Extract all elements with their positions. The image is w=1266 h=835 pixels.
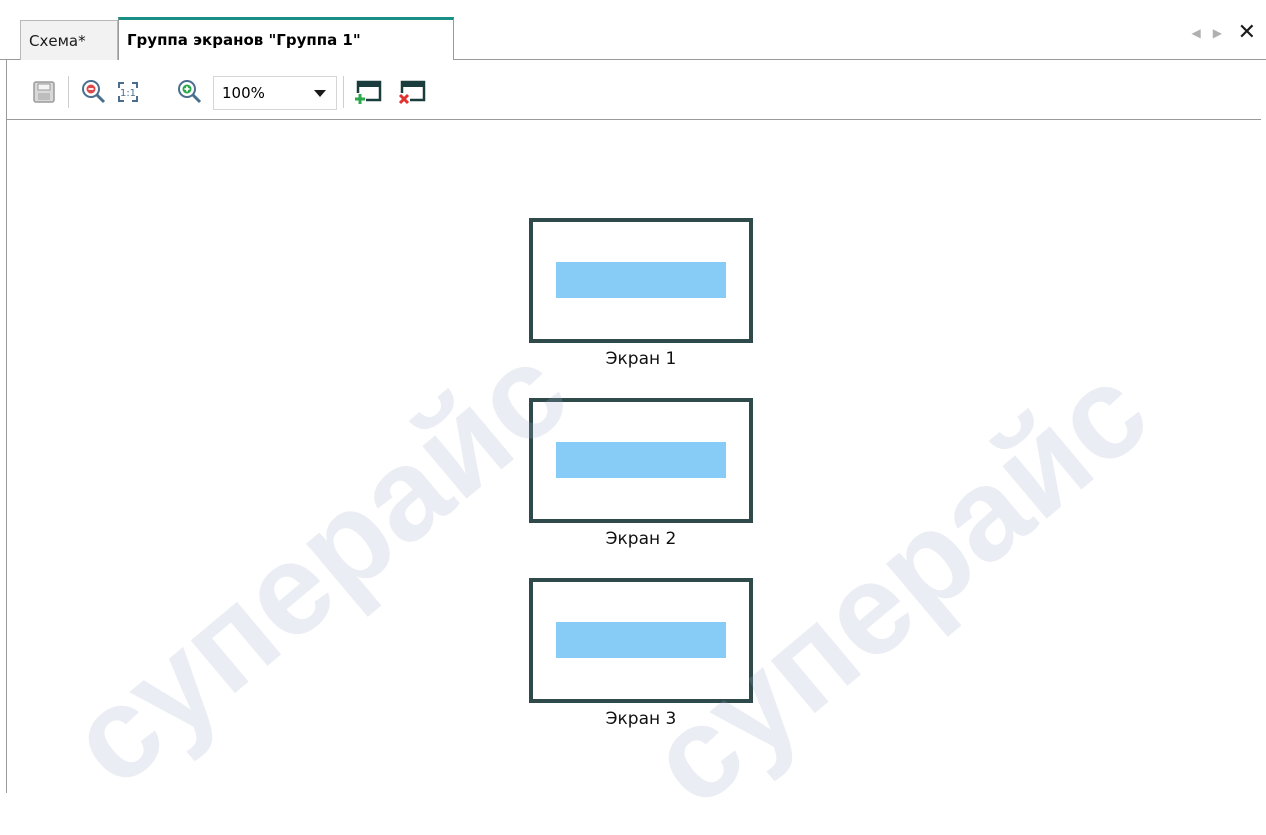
tab-label: Схема* [29, 31, 86, 50]
screen-label: Экран 3 [605, 709, 677, 729]
screen-preview-element [556, 262, 726, 298]
zoom-out-button[interactable] [79, 77, 109, 107]
tab-screen-group[interactable]: Группа экранов "Группа 1" [118, 17, 454, 61]
save-icon [33, 81, 55, 103]
screen-preview[interactable] [529, 218, 753, 343]
delete-screen-icon [398, 80, 426, 105]
zoom-in-button[interactable] [175, 77, 205, 107]
delete-screen-button[interactable] [397, 77, 427, 107]
tab-strip: Схема* Группа экранов "Группа 1" ◀ ▶ ✕ [0, 0, 1266, 61]
screen-thumbnail-2[interactable]: Экран 2 [529, 398, 753, 549]
screen-preview-element [556, 442, 726, 478]
screen-thumbnail-1[interactable]: Экран 1 [529, 218, 753, 369]
close-icon[interactable]: ✕ [1238, 20, 1256, 46]
toolbar-separator [343, 76, 344, 108]
actual-size-button[interactable]: 1:1 [113, 77, 143, 107]
chevron-right-icon[interactable]: ▶ [1213, 26, 1222, 40]
toolbar-separator [68, 76, 69, 108]
screen-group-canvas[interactable]: Экран 1 Экран 2 Экран 3 [7, 120, 1261, 793]
screen-preview[interactable] [529, 398, 753, 523]
zoom-in-icon [178, 80, 202, 104]
screen-preview[interactable] [529, 578, 753, 703]
add-screen-icon [354, 80, 382, 105]
save-button[interactable] [29, 77, 59, 107]
svg-text:1:1: 1:1 [120, 88, 136, 99]
chevron-down-icon[interactable] [314, 89, 326, 97]
chevron-left-icon[interactable]: ◀ [1192, 26, 1201, 40]
tab-label: Группа экранов "Группа 1" [127, 31, 361, 49]
editor-frame: 1:1 100% Экран 1 Экран 2 Экран 3 [6, 60, 1266, 793]
screen-preview-element [556, 622, 726, 658]
zoom-select[interactable]: 100% [213, 76, 337, 110]
actual-size-icon: 1:1 [118, 82, 138, 102]
tab-navigation: ◀ ▶ [1192, 26, 1222, 40]
zoom-value: 100% [222, 84, 265, 102]
screen-label: Экран 2 [605, 529, 677, 549]
screen-thumbnail-3[interactable]: Экран 3 [529, 578, 753, 729]
add-screen-button[interactable] [353, 77, 383, 107]
zoom-out-icon [82, 80, 106, 104]
tab-schema[interactable]: Схема* [20, 20, 118, 60]
screen-label: Экран 1 [605, 349, 677, 369]
toolbar: 1:1 100% [7, 60, 1261, 120]
